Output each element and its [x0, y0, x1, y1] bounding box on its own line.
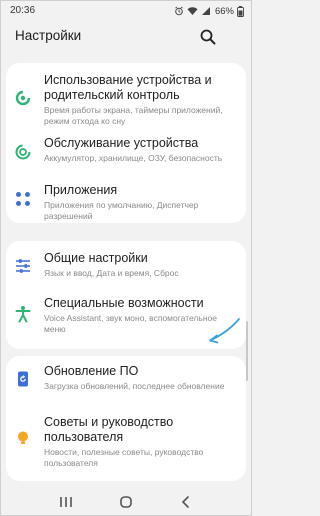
- item-title: родительский контроль: [44, 88, 180, 102]
- item-subtitle: пользователя: [44, 458, 98, 468]
- item-subtitle: Загрузка обновлений, последнее обновлени…: [44, 381, 225, 391]
- settings-item-wellbeing[interactable]: Использование устройства и родительский …: [6, 71, 246, 126]
- settings-item-apps[interactable]: Приложения Приложения по умолчанию, Дисп…: [6, 178, 246, 222]
- item-subtitle: разрешений: [44, 211, 93, 221]
- status-icons: 66%: [174, 4, 244, 18]
- settings-screen: 20:36 66% Настройки Использование устрой…: [0, 0, 252, 516]
- signal-icon: [201, 7, 210, 15]
- tips-icon: [18, 431, 28, 444]
- status-bar: 20:36 66%: [1, 1, 251, 21]
- item-title: Приложения: [44, 183, 118, 197]
- alarm-icon: [175, 6, 183, 16]
- item-title: Советы и руководство: [44, 415, 174, 429]
- item-subtitle: Приложения по умолчанию, Диспетчер: [44, 200, 199, 210]
- software-update-icon: [18, 371, 28, 387]
- item-title: Специальные возможности: [44, 296, 204, 310]
- back-icon: [181, 496, 189, 508]
- settings-item-tips[interactable]: Советы и руководство пользователя Новост…: [6, 409, 246, 475]
- back-button[interactable]: [175, 493, 197, 511]
- settings-item-general[interactable]: Общие настройки Язык и ввод, Дата и врем…: [6, 249, 246, 285]
- recent-apps-button[interactable]: [55, 493, 77, 511]
- item-title: Использование устройства и: [44, 73, 212, 87]
- apps-icon: [16, 192, 30, 206]
- recent-apps-icon: [60, 497, 72, 507]
- item-subtitle: Новости, полезные советы, руководство: [44, 447, 204, 457]
- item-title: Обновление ПО: [44, 364, 139, 378]
- item-subtitle: Язык и ввод, Дата и время, Сброс: [44, 268, 179, 278]
- settings-item-software-update[interactable]: Обновление ПО Загрузка обновлений, после…: [6, 364, 246, 400]
- settings-card-1: Использование устройства и родительский …: [6, 63, 246, 223]
- wellbeing-icon: [15, 90, 31, 106]
- battery-percent: 66%: [214, 5, 234, 17]
- general-management-icon: [16, 259, 30, 273]
- search-icon: [200, 29, 216, 45]
- item-subtitle: Время работы экрана, таймеры приложений,: [44, 105, 223, 115]
- header: Настройки: [1, 21, 251, 61]
- search-button[interactable]: [197, 26, 219, 48]
- scrollbar[interactable]: [246, 321, 248, 381]
- battery-icon: [237, 5, 244, 17]
- page-title: Настройки: [15, 28, 82, 43]
- home-icon: [120, 496, 132, 508]
- settings-card-3: Обновление ПО Загрузка обновлений, после…: [6, 356, 246, 481]
- device-care-icon: [15, 144, 31, 160]
- navigation-bar: [1, 490, 251, 515]
- wifi-icon: [187, 7, 198, 15]
- item-title: Общие настройки: [44, 251, 148, 265]
- settings-item-device-care[interactable]: Обслуживание устройства Аккумулятор, хра…: [6, 135, 246, 171]
- accessibility-icon: [15, 306, 31, 323]
- pointer-arrow-icon: [209, 318, 240, 344]
- home-button[interactable]: [115, 493, 137, 511]
- item-title: пользователя: [44, 430, 124, 444]
- item-subtitle: Аккумулятор, хранилище, ОЗУ, безопасност…: [44, 153, 223, 163]
- status-time: 20:36: [10, 5, 36, 16]
- item-title: Обслуживание устройства: [44, 136, 199, 150]
- item-subtitle: режим отхода ко сну: [44, 116, 126, 126]
